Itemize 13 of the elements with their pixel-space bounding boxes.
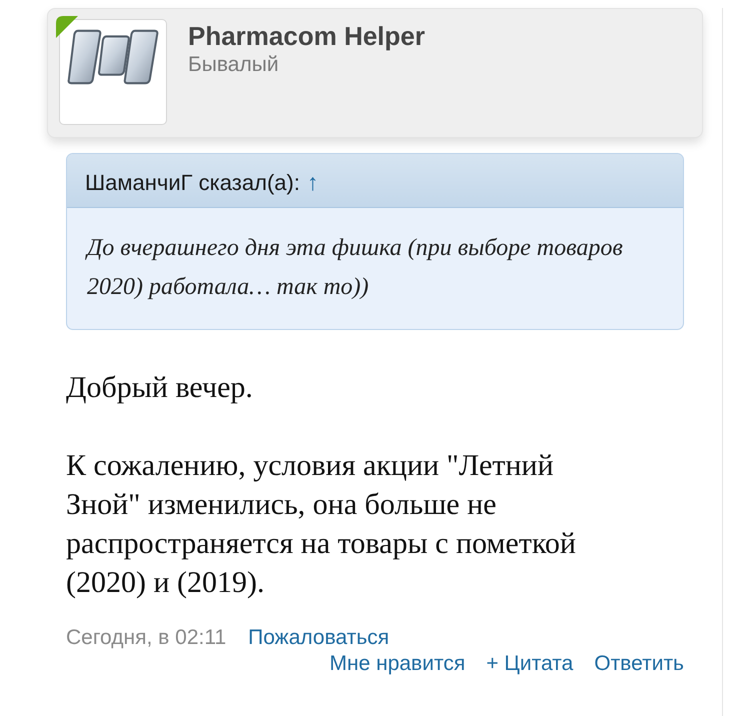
message-paragraph: К сожалению, условия акции "Летний Зной" изменились, она больше не распространяется на товары с пометкой (2020) и (2019). <box>66 448 577 601</box>
quote-text: До вчерашнего дня эта фишка (при выборе товаров 2020) работала… так то)) <box>84 234 624 302</box>
post-action-link[interactable]: + Цитата <box>486 652 574 676</box>
report-link[interactable]: Пожаловаться <box>248 626 390 650</box>
message-paragraph: Добрый вечер. <box>66 370 254 406</box>
post-action-link[interactable]: Мне нравится <box>330 652 466 676</box>
user-rank: Бывалый <box>188 52 280 78</box>
avatar-image[interactable] <box>59 19 167 125</box>
username[interactable]: Pharmacom Helper <box>188 20 425 52</box>
quote-author: ШаманчиГ сказал(а): <box>85 170 300 196</box>
post-action-link[interactable]: Ответить <box>594 652 684 676</box>
jump-to-quote-link[interactable]: ↑ <box>306 169 318 196</box>
post-timestamp: Сегодня, в 02:11 <box>66 626 226 650</box>
